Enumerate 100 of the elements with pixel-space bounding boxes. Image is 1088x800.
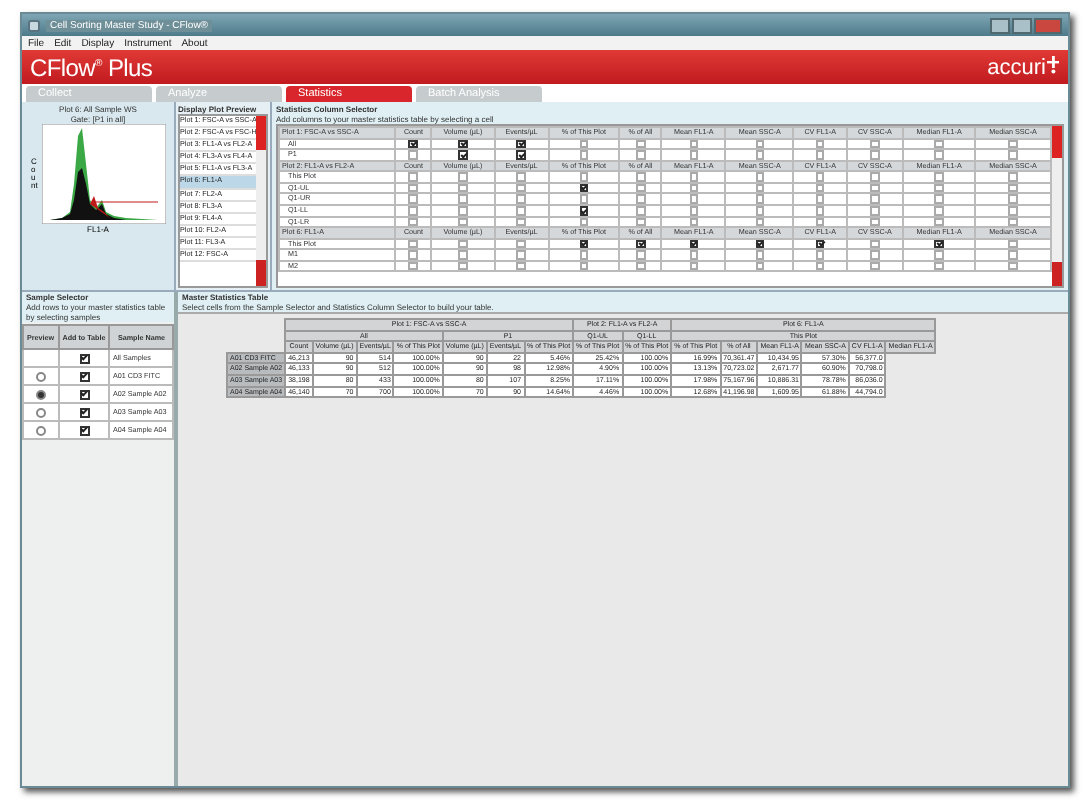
radio-button[interactable] bbox=[35, 425, 46, 435]
checkbox[interactable] bbox=[870, 261, 880, 271]
checkbox[interactable] bbox=[1008, 205, 1018, 216]
maximize-button[interactable] bbox=[1012, 17, 1032, 33]
checkbox[interactable] bbox=[408, 250, 419, 260]
checkbox[interactable] bbox=[408, 217, 419, 227]
checkbox[interactable] bbox=[870, 205, 880, 216]
checkbox[interactable] bbox=[408, 194, 419, 204]
checkbox[interactable] bbox=[579, 194, 589, 204]
checkbox[interactable] bbox=[934, 217, 944, 227]
checkbox[interactable] bbox=[516, 250, 527, 260]
checkbox[interactable] bbox=[635, 194, 646, 204]
checkbox[interactable] bbox=[516, 194, 527, 204]
checkbox[interactable] bbox=[1008, 139, 1018, 149]
checkbox[interactable] bbox=[689, 217, 699, 227]
checkbox[interactable] bbox=[1008, 183, 1018, 193]
checkbox[interactable] bbox=[579, 139, 589, 149]
checkbox[interactable] bbox=[1008, 172, 1018, 182]
checkbox[interactable] bbox=[755, 183, 765, 193]
checkbox[interactable] bbox=[1008, 217, 1018, 227]
checkbox[interactable] bbox=[689, 172, 699, 182]
checkbox[interactable] bbox=[458, 261, 468, 271]
checkbox[interactable] bbox=[579, 217, 589, 227]
checkbox[interactable] bbox=[79, 425, 89, 435]
checkbox[interactable] bbox=[1008, 194, 1018, 204]
checkbox[interactable] bbox=[755, 172, 765, 182]
checkbox[interactable] bbox=[689, 194, 699, 204]
checkbox[interactable] bbox=[689, 139, 699, 149]
checkbox[interactable] bbox=[815, 250, 825, 260]
checkbox[interactable] bbox=[458, 150, 468, 160]
checkbox[interactable] bbox=[934, 261, 944, 271]
checkbox[interactable] bbox=[755, 150, 765, 160]
checkbox[interactable] bbox=[755, 205, 765, 216]
checkbox[interactable] bbox=[458, 194, 468, 204]
radio-button[interactable] bbox=[35, 407, 46, 417]
scrollbar[interactable] bbox=[1052, 126, 1062, 286]
radio-button[interactable] bbox=[35, 371, 46, 381]
close-button[interactable] bbox=[1034, 17, 1062, 33]
checkbox[interactable] bbox=[79, 389, 89, 399]
checkbox[interactable] bbox=[870, 239, 880, 249]
checkbox[interactable] bbox=[870, 250, 880, 260]
checkbox[interactable] bbox=[815, 217, 825, 227]
checkbox[interactable] bbox=[755, 139, 765, 149]
checkbox[interactable] bbox=[635, 205, 646, 216]
checkbox[interactable] bbox=[635, 261, 646, 271]
checkbox[interactable] bbox=[579, 183, 589, 193]
checkbox[interactable] bbox=[458, 217, 468, 227]
checkbox[interactable] bbox=[1008, 261, 1018, 271]
checkbox[interactable] bbox=[408, 261, 419, 271]
checkbox[interactable] bbox=[516, 139, 527, 149]
checkbox[interactable] bbox=[934, 150, 944, 160]
checkbox[interactable] bbox=[689, 150, 699, 160]
checkbox[interactable] bbox=[934, 239, 944, 249]
checkbox[interactable] bbox=[458, 205, 468, 216]
checkbox[interactable] bbox=[79, 353, 89, 363]
checkbox[interactable] bbox=[458, 183, 468, 193]
checkbox[interactable] bbox=[815, 261, 825, 271]
minimize-button[interactable] bbox=[990, 17, 1010, 33]
checkbox[interactable] bbox=[635, 250, 646, 260]
checkbox[interactable] bbox=[934, 194, 944, 204]
checkbox[interactable] bbox=[934, 183, 944, 193]
checkbox[interactable] bbox=[579, 205, 589, 216]
checkbox[interactable] bbox=[755, 239, 765, 249]
checkbox[interactable] bbox=[689, 205, 699, 216]
checkbox[interactable] bbox=[408, 183, 419, 193]
checkbox[interactable] bbox=[1008, 239, 1018, 249]
checkbox[interactable] bbox=[755, 217, 765, 227]
checkbox[interactable] bbox=[815, 239, 825, 249]
checkbox[interactable] bbox=[516, 261, 527, 271]
checkbox[interactable] bbox=[815, 172, 825, 182]
radio-button[interactable] bbox=[35, 389, 46, 399]
checkbox[interactable] bbox=[689, 239, 699, 249]
checkbox[interactable] bbox=[934, 172, 944, 182]
checkbox[interactable] bbox=[516, 217, 527, 227]
checkbox[interactable] bbox=[870, 217, 880, 227]
checkbox[interactable] bbox=[516, 183, 527, 193]
checkbox[interactable] bbox=[79, 371, 89, 381]
checkbox[interactable] bbox=[934, 205, 944, 216]
checkbox[interactable] bbox=[689, 183, 699, 193]
checkbox[interactable] bbox=[408, 150, 419, 160]
checkbox[interactable] bbox=[458, 239, 468, 249]
checkbox[interactable] bbox=[408, 172, 419, 182]
checkbox[interactable] bbox=[635, 217, 646, 227]
checkbox[interactable] bbox=[635, 183, 646, 193]
checkbox[interactable] bbox=[579, 150, 589, 160]
checkbox[interactable] bbox=[755, 250, 765, 260]
checkbox[interactable] bbox=[934, 139, 944, 149]
checkbox[interactable] bbox=[408, 139, 419, 149]
checkbox[interactable] bbox=[870, 183, 880, 193]
checkbox[interactable] bbox=[579, 172, 589, 182]
checkbox[interactable] bbox=[635, 172, 646, 182]
checkbox[interactable] bbox=[579, 261, 589, 271]
checkbox[interactable] bbox=[516, 205, 527, 216]
checkbox[interactable] bbox=[815, 183, 825, 193]
checkbox[interactable] bbox=[815, 205, 825, 216]
checkbox[interactable] bbox=[516, 172, 527, 182]
checkbox[interactable] bbox=[870, 139, 880, 149]
checkbox[interactable] bbox=[1008, 250, 1018, 260]
scrollbar[interactable] bbox=[256, 116, 266, 286]
checkbox[interactable] bbox=[458, 250, 468, 260]
